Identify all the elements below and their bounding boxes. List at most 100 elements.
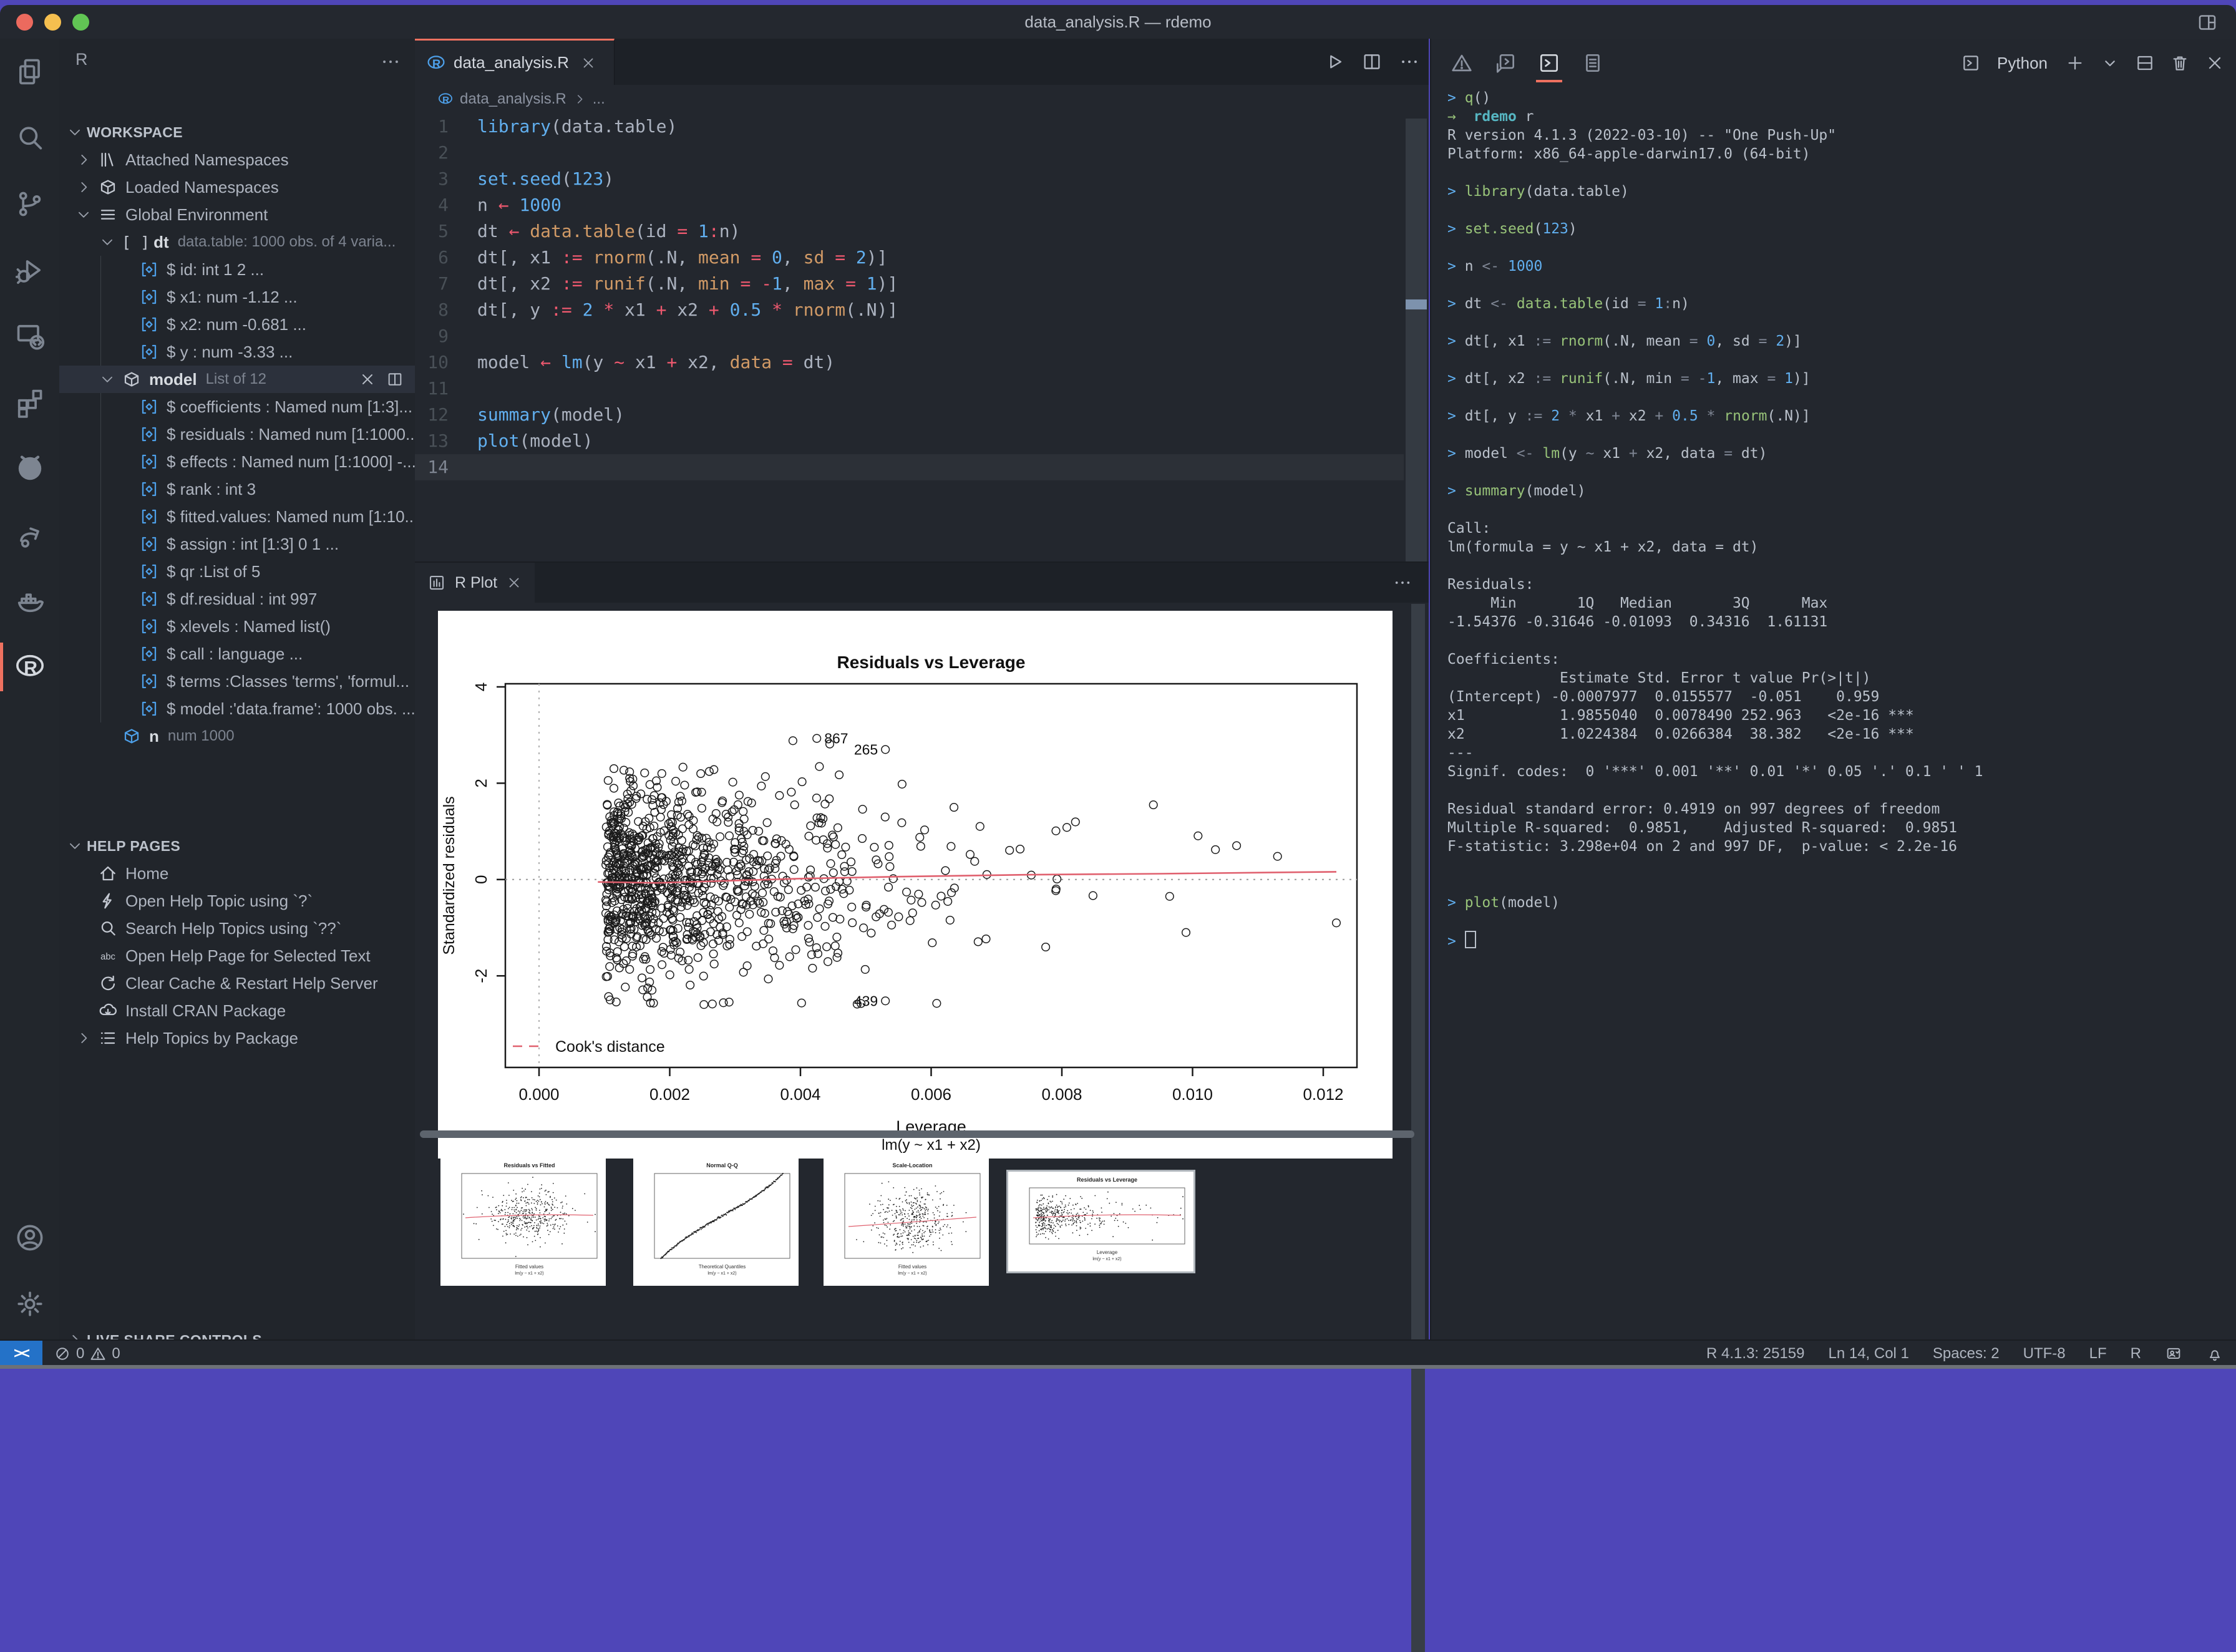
more-actions-icon[interactable] <box>380 51 401 72</box>
tree-item-x1[interactable]: $ x1: num -1.12 ... <box>59 283 415 311</box>
code-line-11[interactable]: 11 <box>415 376 1404 402</box>
tree-item-x2[interactable]: $ x2: num -0.681 ... <box>59 311 415 338</box>
code-line-6[interactable]: 6 dt[, x1 := rnorm(.N, mean = 0, sd = 2)] <box>415 245 1404 271</box>
shell-label[interactable]: Python <box>1997 54 2048 73</box>
tree-item-Attached[interactable]: Attached Namespaces <box>59 146 415 173</box>
live-share-controls-section[interactable]: LIVE SHARE CONTROLS <box>59 1326 415 1339</box>
language-mode[interactable]: R <box>2131 1345 2141 1363</box>
help-item[interactable]: Home <box>59 860 415 887</box>
code-line-14[interactable]: 14 <box>415 454 1404 480</box>
plot-thumbnail-4[interactable]: Residuals vs Leverage Leverage lm(y ~ x1 +… <box>1006 1170 1195 1273</box>
plot-thumbnail-3[interactable]: Scale-Location Fitted values lm(y ~ x1 + x… <box>824 1157 989 1286</box>
panel-tab-output[interactable] <box>1578 49 1607 77</box>
feedback-icon[interactable] <box>2165 1345 2182 1363</box>
tree-item-terms[interactable]: $ terms :Classes 'terms', 'formul... <box>59 668 415 695</box>
plot-panel-scrollbar[interactable] <box>1411 604 1425 1652</box>
help-item[interactable]: Clear Cache & Restart Help Server <box>59 969 415 997</box>
code-line-13[interactable]: 13 plot(model) <box>415 428 1404 454</box>
r-console[interactable]: > q() → rdemo r R version 4.1.3 (2022-03-1… <box>1447 89 2232 1337</box>
tree-item-Loaded[interactable]: Loaded Namespaces <box>59 173 415 201</box>
panel-tab-terminal[interactable] <box>1535 49 1563 82</box>
tree-item-residuals[interactable]: $ residuals : Named num [1:1000... <box>59 420 415 448</box>
tree-item-rank[interactable]: $ rank : int 3 <box>59 475 415 503</box>
tree-item-fitted.values[interactable]: $ fitted.values: Named num [1:10... <box>59 503 415 530</box>
tree-item-qr[interactable]: $ qr :List of 5 <box>59 558 415 585</box>
activity-github[interactable] <box>0 435 59 502</box>
chevron-right-icon[interactable] <box>75 152 92 168</box>
tree-item-y[interactable]: $ y : num -3.33 ... <box>59 338 415 366</box>
breadcrumb-more[interactable]: ... <box>593 90 605 108</box>
activity-remote-explorer[interactable] <box>0 303 59 369</box>
close-panel-icon[interactable] <box>2205 53 2225 73</box>
code-editor[interactable]: 1 library(data.table) 2 3 set.seed(123) 4 n ← … <box>415 114 1404 561</box>
workspace-header[interactable]: WORKSPACE <box>59 119 415 146</box>
chevron-down-icon[interactable] <box>99 371 115 387</box>
remote-indicator[interactable]: >< <box>0 1341 42 1366</box>
tree-item-n[interactable]: n num 1000 <box>59 722 415 750</box>
customize-layout-icon[interactable] <box>2196 11 2219 34</box>
tree-item-assign[interactable]: $ assign : int [1:3] 0 1 ... <box>59 530 415 558</box>
activity-search[interactable] <box>0 105 59 171</box>
chevron-right-icon[interactable] <box>75 1030 92 1046</box>
tree-item-xlevels[interactable]: $ xlevels : Named list() <box>59 613 415 640</box>
tab-data-analysis[interactable]: R data_analysis.R <box>415 39 615 85</box>
encoding[interactable]: UTF-8 <box>2023 1345 2066 1363</box>
chevron-right-icon[interactable] <box>75 179 92 195</box>
close-tab-icon[interactable] <box>580 55 596 71</box>
activity-run-debug[interactable] <box>0 237 59 303</box>
tree-item-model[interactable]: model List of 12 <box>59 366 415 393</box>
tree-item-dt[interactable]: [ ] dt data.table: 1000 obs. of 4 varia... <box>59 228 415 256</box>
code-line-8[interactable]: 8 dt[, y := 2 * x1 + x2 + 0.5 * rnorm(.N)… <box>415 297 1404 323</box>
chevron-down-icon[interactable] <box>75 206 92 223</box>
notifications-icon[interactable] <box>2206 1345 2224 1363</box>
cursor-position[interactable]: Ln 14, Col 1 <box>1828 1345 1908 1363</box>
tree-item-id[interactable]: $ id: int 1 2 ... <box>59 256 415 283</box>
terminal-dropdown-icon[interactable] <box>2100 53 2120 73</box>
help-pages-header[interactable]: HELP PAGES <box>59 832 415 860</box>
code-line-9[interactable]: 9 <box>415 323 1404 349</box>
editor-scrollbar[interactable] <box>1406 119 1427 624</box>
close-tab-icon[interactable] <box>506 575 522 591</box>
activity-live-share[interactable] <box>0 502 59 568</box>
activity-r[interactable]: R <box>0 634 59 700</box>
panel-tab-problems[interactable] <box>1447 49 1476 77</box>
chevron-down-icon[interactable] <box>99 234 115 250</box>
plot-thumbnails-scrollbar[interactable] <box>420 1130 1414 1138</box>
r-version[interactable]: R 4.1.3: 25159 <box>1706 1345 1804 1363</box>
activity-extensions[interactable] <box>0 369 59 435</box>
tree-item-call[interactable]: $ call : language ... <box>59 640 415 668</box>
help-item[interactable]: Install CRAN Package <box>59 997 415 1024</box>
code-line-7[interactable]: 7 dt[, x2 := runif(.N, min = -1, max = 1)… <box>415 271 1404 297</box>
run-file-icon[interactable] <box>1324 51 1345 72</box>
code-line-1[interactable]: 1 library(data.table) <box>415 114 1404 140</box>
close-icon[interactable] <box>359 371 376 388</box>
activity-explorer[interactable] <box>0 39 59 105</box>
activity-source-control[interactable] <box>0 171 59 237</box>
plot-thumbnail-1[interactable]: Residuals vs Fitted Fitted values lm(y ~ x… <box>440 1157 606 1286</box>
split-icon[interactable] <box>386 371 404 388</box>
code-line-5[interactable]: 5 dt ← data.table(id = 1:n) <box>415 218 1404 245</box>
more-actions-icon[interactable] <box>1399 51 1420 72</box>
breadcrumb-file[interactable]: data_analysis.R <box>460 90 566 108</box>
tab-r-plot[interactable]: R Plot <box>415 563 535 603</box>
indentation[interactable]: Spaces: 2 <box>1933 1345 2000 1363</box>
help-item[interactable]: Help Topics by Package <box>59 1024 415 1052</box>
tree-item-effects[interactable]: $ effects : Named num [1:1000] -... <box>59 448 415 475</box>
code-line-2[interactable]: 2 <box>415 140 1404 166</box>
more-actions-icon[interactable] <box>1393 573 1412 593</box>
problems-status[interactable]: 00 <box>54 1345 120 1363</box>
tree-item-Global[interactable]: Global Environment <box>59 201 415 228</box>
help-item[interactable]: Open Help Topic using `?` <box>59 887 415 915</box>
activity-settings[interactable] <box>0 1271 59 1337</box>
live-share-header[interactable]: LIVE SHARE CONTROLS <box>59 1326 415 1339</box>
tree-item-coefficients[interactable]: $ coefficients : Named num [1:3]... <box>59 393 415 420</box>
code-line-3[interactable]: 3 set.seed(123) <box>415 166 1404 192</box>
split-terminal-icon[interactable] <box>2135 53 2155 73</box>
activity-accounts[interactable] <box>0 1205 59 1271</box>
tree-item-df.residual[interactable]: $ df.residual : int 997 <box>59 585 415 613</box>
activity-docker[interactable] <box>0 568 59 634</box>
help-item[interactable]: abc Open Help Page for Selected Text <box>59 942 415 969</box>
kill-terminal-icon[interactable] <box>2170 53 2190 73</box>
plot-thumbnail-2[interactable]: Normal Q-Q Theoretical Quantiles lm(y ~ x1… <box>633 1157 799 1286</box>
panel-tab-debug-console[interactable] <box>1491 49 1520 77</box>
